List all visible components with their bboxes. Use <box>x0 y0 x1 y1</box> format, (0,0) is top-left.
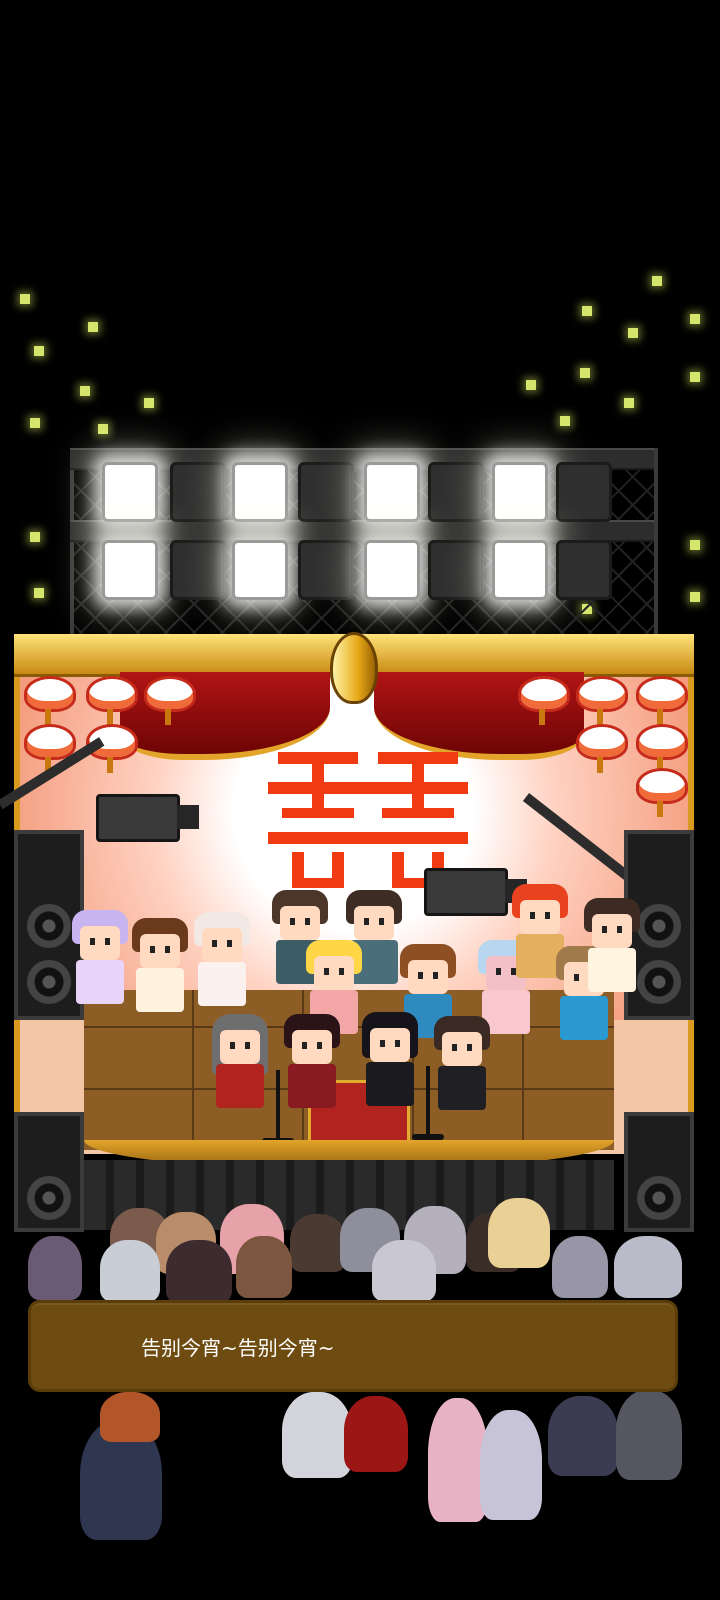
firefly <box>144 398 154 408</box>
firefly <box>560 416 570 426</box>
stage-light-icon <box>232 462 288 522</box>
audience-member <box>548 1396 618 1476</box>
firefly <box>34 346 44 356</box>
firefly <box>628 328 638 338</box>
firefly <box>582 306 592 316</box>
camera-icon <box>96 794 199 842</box>
stage-light-icon <box>298 540 354 600</box>
stage-light-icon <box>428 462 484 522</box>
firefly <box>20 294 30 304</box>
lantern-icon <box>636 768 688 817</box>
lantern-icon <box>636 676 688 725</box>
audience-member <box>28 1236 82 1300</box>
audience-member <box>552 1236 608 1298</box>
stage-light-icon <box>232 540 288 600</box>
audience-member <box>100 1240 160 1302</box>
stage-light-icon <box>556 462 612 522</box>
audience-member <box>480 1410 542 1520</box>
audience-member <box>488 1198 550 1268</box>
lantern-icon <box>576 676 628 725</box>
speaker-icon <box>14 1112 84 1232</box>
firefly <box>580 368 590 378</box>
firefly <box>80 386 90 396</box>
truss-bar-middle <box>70 520 654 542</box>
firefly <box>690 540 700 550</box>
firefly <box>690 372 700 382</box>
firefly <box>526 380 536 390</box>
microphone-icon <box>262 1070 294 1144</box>
firefly <box>98 424 108 434</box>
firefly <box>30 418 40 428</box>
firefly <box>34 588 44 598</box>
lantern-icon <box>86 676 138 725</box>
audience-member <box>344 1396 408 1472</box>
stage-light-icon <box>170 462 226 522</box>
stage-light-icon <box>364 462 420 522</box>
stage-light-icon <box>556 540 612 600</box>
speaker-icon <box>624 1112 694 1232</box>
stage-light-icon <box>364 540 420 600</box>
audience-member <box>282 1392 352 1478</box>
stage-light-icon <box>102 540 158 600</box>
audience-member <box>166 1240 232 1304</box>
stage-light-icon <box>428 540 484 600</box>
lantern-icon <box>24 724 76 773</box>
audience-member <box>428 1398 488 1522</box>
microphone-icon <box>412 1066 444 1140</box>
lantern-icon <box>576 724 628 773</box>
lantern-icon <box>636 724 688 773</box>
audience-member <box>290 1214 346 1272</box>
game-scene[interactable]: 告别今宵~告别今宵~ <box>0 0 720 1600</box>
lantern-icon <box>144 676 196 725</box>
golden-egg-ornament <box>330 632 378 704</box>
firefly <box>624 398 634 408</box>
camera-icon <box>424 868 527 916</box>
stage-light-icon <box>298 462 354 522</box>
audience-member <box>236 1236 292 1298</box>
stage-light-icon <box>102 462 158 522</box>
stage-light-icon <box>492 462 548 522</box>
firefly <box>88 322 98 332</box>
dialog-box[interactable]: 告别今宵~告别今宵~ <box>28 1300 678 1392</box>
dialog-text: 告别今宵~告别今宵~ <box>141 1336 335 1360</box>
lantern-icon <box>24 676 76 725</box>
audience-member <box>614 1236 682 1298</box>
firefly <box>652 276 662 286</box>
firefly <box>30 532 40 542</box>
lantern-icon <box>518 676 570 725</box>
audience-member <box>616 1390 682 1480</box>
stage-light-icon <box>492 540 548 600</box>
audience-member <box>372 1240 436 1302</box>
stage-light-icon <box>170 540 226 600</box>
firefly <box>690 592 700 602</box>
firefly <box>690 314 700 324</box>
audience-member <box>100 1392 160 1442</box>
